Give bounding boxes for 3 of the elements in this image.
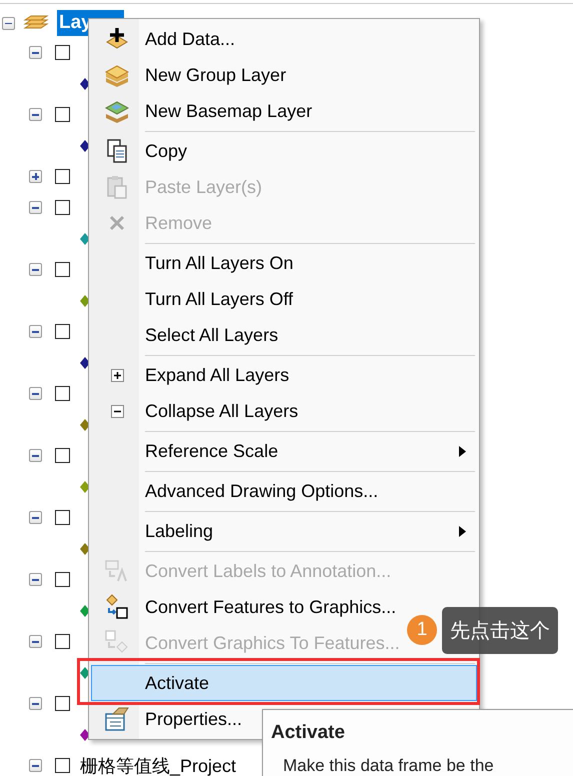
tooltip-title: Activate	[271, 722, 346, 744]
callout-tooltip: 先点击这个	[442, 607, 558, 654]
tooltip-text: Make this data frame be the	[282, 756, 495, 776]
